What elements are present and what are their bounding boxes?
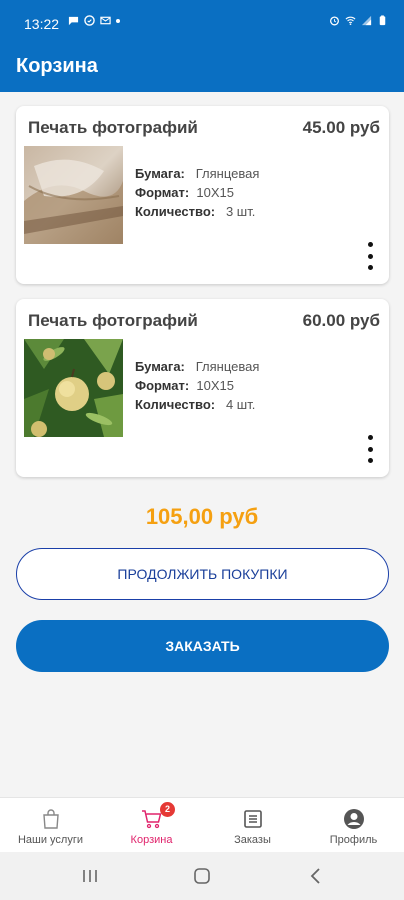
nav-label: Корзина <box>130 834 173 846</box>
paper-value: Глянцевая <box>195 166 260 181</box>
item-price: 45.00 руб <box>302 118 380 137</box>
format-label: Формат: <box>135 185 190 200</box>
home-icon[interactable] <box>192 867 212 885</box>
item-details: Бумага: Глянцевая Формат: 10X15 Количест… <box>135 164 259 221</box>
order-button[interactable]: ЗАКАЗАТЬ <box>16 620 389 672</box>
status-time: 13:22 <box>24 16 60 32</box>
app-bar: Корзина <box>0 46 404 92</box>
more-options-icon[interactable] <box>365 242 375 270</box>
photo-apples-thumbnail <box>24 339 123 437</box>
nav-label: Заказы <box>234 834 271 846</box>
alarm-icon <box>330 16 339 26</box>
quantity-value: 3 шт. <box>225 204 256 219</box>
page-title: Корзина <box>16 55 98 77</box>
battery-icon <box>379 15 386 26</box>
nav-item-profile[interactable]: Профиль <box>303 798 404 852</box>
wifi-icon <box>345 16 356 25</box>
item-title: Печать фотографий <box>28 118 198 137</box>
paper-label: Бумага: <box>135 166 185 181</box>
signal-icon <box>361 15 372 26</box>
back-icon[interactable] <box>306 867 326 885</box>
continue-shopping-button[interactable]: ПРОДОЛЖИТЬ ПОКУПКИ <box>16 548 389 600</box>
format-value: 10X15 <box>196 378 235 393</box>
status-notifications <box>68 15 120 26</box>
nav-label: Наши услуги <box>17 834 84 846</box>
photo-fabric-thumbnail <box>24 146 123 244</box>
paper-value: Глянцевая <box>195 359 260 374</box>
format-label: Формат: <box>135 378 190 393</box>
more-notifications-dot <box>116 18 120 23</box>
nav-item-cart[interactable]: 2 Корзина <box>101 798 202 852</box>
nav-item-orders[interactable]: Заказы <box>202 798 303 852</box>
nav-label: Профиль <box>329 834 378 846</box>
recent-apps-icon[interactable] <box>80 867 100 885</box>
chat-bubble-icon <box>68 16 79 26</box>
item-price: 60.00 руб <box>302 311 380 330</box>
item-title: Печать фотографий <box>28 311 198 330</box>
more-options-icon[interactable] <box>365 435 375 463</box>
format-value: 10X15 <box>196 185 235 200</box>
shopping-bag-icon <box>42 809 59 829</box>
bottom-nav: Наши услуги 2 Корзина Заказы Профиль <box>0 797 404 852</box>
quantity-label: Количество: <box>135 204 216 219</box>
cart-item-card: Печать фотографий 45.00 руб Бумага: Глян… <box>16 106 389 284</box>
quantity-label: Количество: <box>135 397 216 412</box>
paper-label: Бумага: <box>135 359 185 374</box>
nav-item-services[interactable]: Наши услуги <box>0 798 101 852</box>
cart-item-card: Печать фотографий 60.00 руб Бумага: Глян… <box>16 299 389 477</box>
item-details: Бумага: Глянцевая Формат: 10X15 Количест… <box>135 357 259 414</box>
messenger-icon <box>84 15 95 26</box>
orders-list-icon <box>243 810 262 828</box>
cart-total: 105,00 руб <box>145 504 259 529</box>
mail-icon <box>100 16 111 25</box>
status-bar: 13:22 <box>0 0 404 46</box>
quantity-value: 4 шт. <box>225 397 256 412</box>
cart-count-badge: 2 <box>160 802 175 817</box>
system-nav-bar <box>0 852 404 900</box>
profile-icon <box>343 809 364 829</box>
status-system-icons <box>329 15 388 26</box>
